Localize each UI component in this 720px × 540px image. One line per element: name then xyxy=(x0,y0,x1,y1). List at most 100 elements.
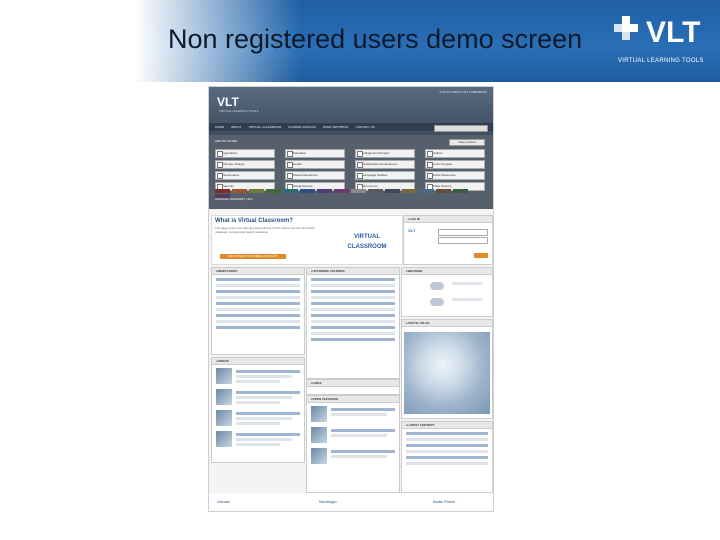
filter-footer[interactable]: CHANGE CATEGORY | ALL xyxy=(215,197,253,201)
filter-option[interactable]: Natural Resources xyxy=(285,171,345,180)
video-title[interactable] xyxy=(236,433,300,436)
video-thumbnail[interactable] xyxy=(216,410,232,426)
video-item[interactable] xyxy=(216,431,300,449)
category-color-swatch[interactable] xyxy=(368,189,383,193)
nav-item[interactable]: VIRTUAL CLASSROOM xyxy=(249,125,282,129)
filter-button[interactable]: Filter content xyxy=(449,139,485,146)
welcome-panel: What is Virtual Classroom? The page is t… xyxy=(211,215,403,265)
category-color-swatch[interactable] xyxy=(436,189,451,193)
partner-logo[interactable]: Nordregio xyxy=(319,497,337,507)
news-link[interactable] xyxy=(216,314,300,317)
nav-item[interactable]: ABOUT xyxy=(231,125,241,129)
category-color-swatch[interactable] xyxy=(334,189,349,193)
nav-item[interactable]: COURSE CATALOG xyxy=(288,125,316,129)
filter-column: Indigenous Peoples Sustainable Developme… xyxy=(355,149,415,193)
textbook-cover[interactable] xyxy=(311,448,327,464)
textbook-item[interactable] xyxy=(311,406,395,424)
textbook-title[interactable] xyxy=(331,408,395,411)
panel-header[interactable]: VIDEOS xyxy=(212,358,304,365)
textbook-cover[interactable] xyxy=(311,427,327,443)
filter-option[interactable]: Sustainable Development xyxy=(355,160,415,169)
filter-option[interactable]: Indigenous Peoples xyxy=(355,149,415,158)
category-color-swatch[interactable] xyxy=(317,189,332,193)
video-title[interactable] xyxy=(236,412,300,415)
course-link[interactable] xyxy=(311,338,395,341)
panel-header[interactable]: UPCOMING COURSES xyxy=(307,268,399,275)
nav-item[interactable]: OPEN TEXTBOOK xyxy=(323,125,349,129)
panel-header[interactable]: LOG IN xyxy=(404,216,492,223)
news-link[interactable] xyxy=(216,290,300,293)
content-link[interactable] xyxy=(406,456,488,459)
panel-header[interactable]: NEWS FEEDS xyxy=(212,268,304,275)
filter-option[interactable]: Governance xyxy=(215,171,275,180)
category-color-swatch[interactable] xyxy=(453,189,468,193)
video-desc xyxy=(236,422,280,425)
news-text xyxy=(216,284,300,287)
video-item[interactable] xyxy=(216,389,300,407)
news-link[interactable] xyxy=(216,302,300,305)
filter-option[interactable]: Health xyxy=(285,160,345,169)
category-color-swatch[interactable] xyxy=(419,189,434,193)
filter-option[interactable]: Education xyxy=(285,149,345,158)
category-color-swatch[interactable] xyxy=(385,189,400,193)
filter-option[interactable]: Arctic Resources xyxy=(425,171,485,180)
content-link[interactable] xyxy=(406,444,488,447)
filter-option[interactable]: Language Studies xyxy=(355,171,415,180)
category-color-swatch[interactable] xyxy=(402,189,417,193)
course-link[interactable] xyxy=(311,290,395,293)
panel-header[interactable]: OPEN TEXTBOOK xyxy=(307,396,399,403)
textbook-title[interactable] xyxy=(331,450,395,453)
category-color-swatch[interactable] xyxy=(283,189,298,193)
panel-header[interactable]: LINKS xyxy=(307,380,399,387)
password-field[interactable] xyxy=(438,237,488,244)
textbook-item[interactable] xyxy=(311,448,395,466)
content-text xyxy=(406,462,488,465)
filter-option[interactable]: Climate Change xyxy=(215,160,275,169)
filter-column: Education Health Natural Resources Socia… xyxy=(285,149,345,193)
textbook-cover[interactable] xyxy=(311,406,327,422)
partner-logo[interactable]: Arctic Portal xyxy=(433,497,455,507)
arctic-map[interactable] xyxy=(404,332,490,414)
textbook-desc xyxy=(331,413,387,416)
category-color-swatch[interactable] xyxy=(266,189,281,193)
course-text xyxy=(311,284,395,287)
course-link[interactable] xyxy=(311,302,395,305)
nav-item[interactable]: CONTACT US xyxy=(356,125,375,129)
course-link[interactable] xyxy=(311,326,395,329)
panel-header[interactable]: WEATHER xyxy=(402,268,492,275)
category-color-swatch[interactable] xyxy=(232,189,247,193)
video-thumbnail[interactable] xyxy=(216,389,232,405)
register-button[interactable]: REGISTER FOR A FREE ACCOUNT xyxy=(220,254,286,259)
news-link[interactable] xyxy=(216,326,300,329)
nav-item[interactable]: HOME xyxy=(215,125,224,129)
site-top-links[interactable]: LOG IN | ABOUT VLT | FEEDBACK xyxy=(440,90,487,94)
course-link[interactable] xyxy=(311,314,395,317)
video-desc xyxy=(236,443,280,446)
content-link[interactable] xyxy=(406,432,488,435)
textbook-item[interactable] xyxy=(311,427,395,445)
partner-logo[interactable]: UArctic xyxy=(217,497,230,507)
video-title[interactable] xyxy=(236,391,300,394)
username-field[interactable] xyxy=(438,229,488,236)
textbook-title[interactable] xyxy=(331,429,395,432)
filter-option[interactable]: Culture xyxy=(425,149,485,158)
panel-header[interactable]: ARCTIC ATLAS xyxy=(402,320,492,327)
site-logo[interactable]: VLT xyxy=(217,95,239,109)
site-search-input[interactable] xyxy=(434,125,488,132)
course-link[interactable] xyxy=(311,278,395,281)
filter-option[interactable]: Agriculture xyxy=(215,149,275,158)
filter-option[interactable]: Arctic Peoples xyxy=(425,160,485,169)
video-item[interactable] xyxy=(216,368,300,386)
filter-column: Culture Arctic Peoples Arctic Resources … xyxy=(425,149,485,193)
category-color-swatch[interactable] xyxy=(300,189,315,193)
video-thumbnail[interactable] xyxy=(216,368,232,384)
video-item[interactable] xyxy=(216,410,300,428)
news-link[interactable] xyxy=(216,278,300,281)
video-thumbnail[interactable] xyxy=(216,431,232,447)
category-color-swatch[interactable] xyxy=(351,189,366,193)
panel-header[interactable]: LATEST CONTENT xyxy=(402,422,492,429)
category-color-swatch[interactable] xyxy=(249,189,264,193)
login-button[interactable] xyxy=(474,253,488,258)
category-color-swatch[interactable] xyxy=(215,189,230,193)
video-title[interactable] xyxy=(236,370,300,373)
